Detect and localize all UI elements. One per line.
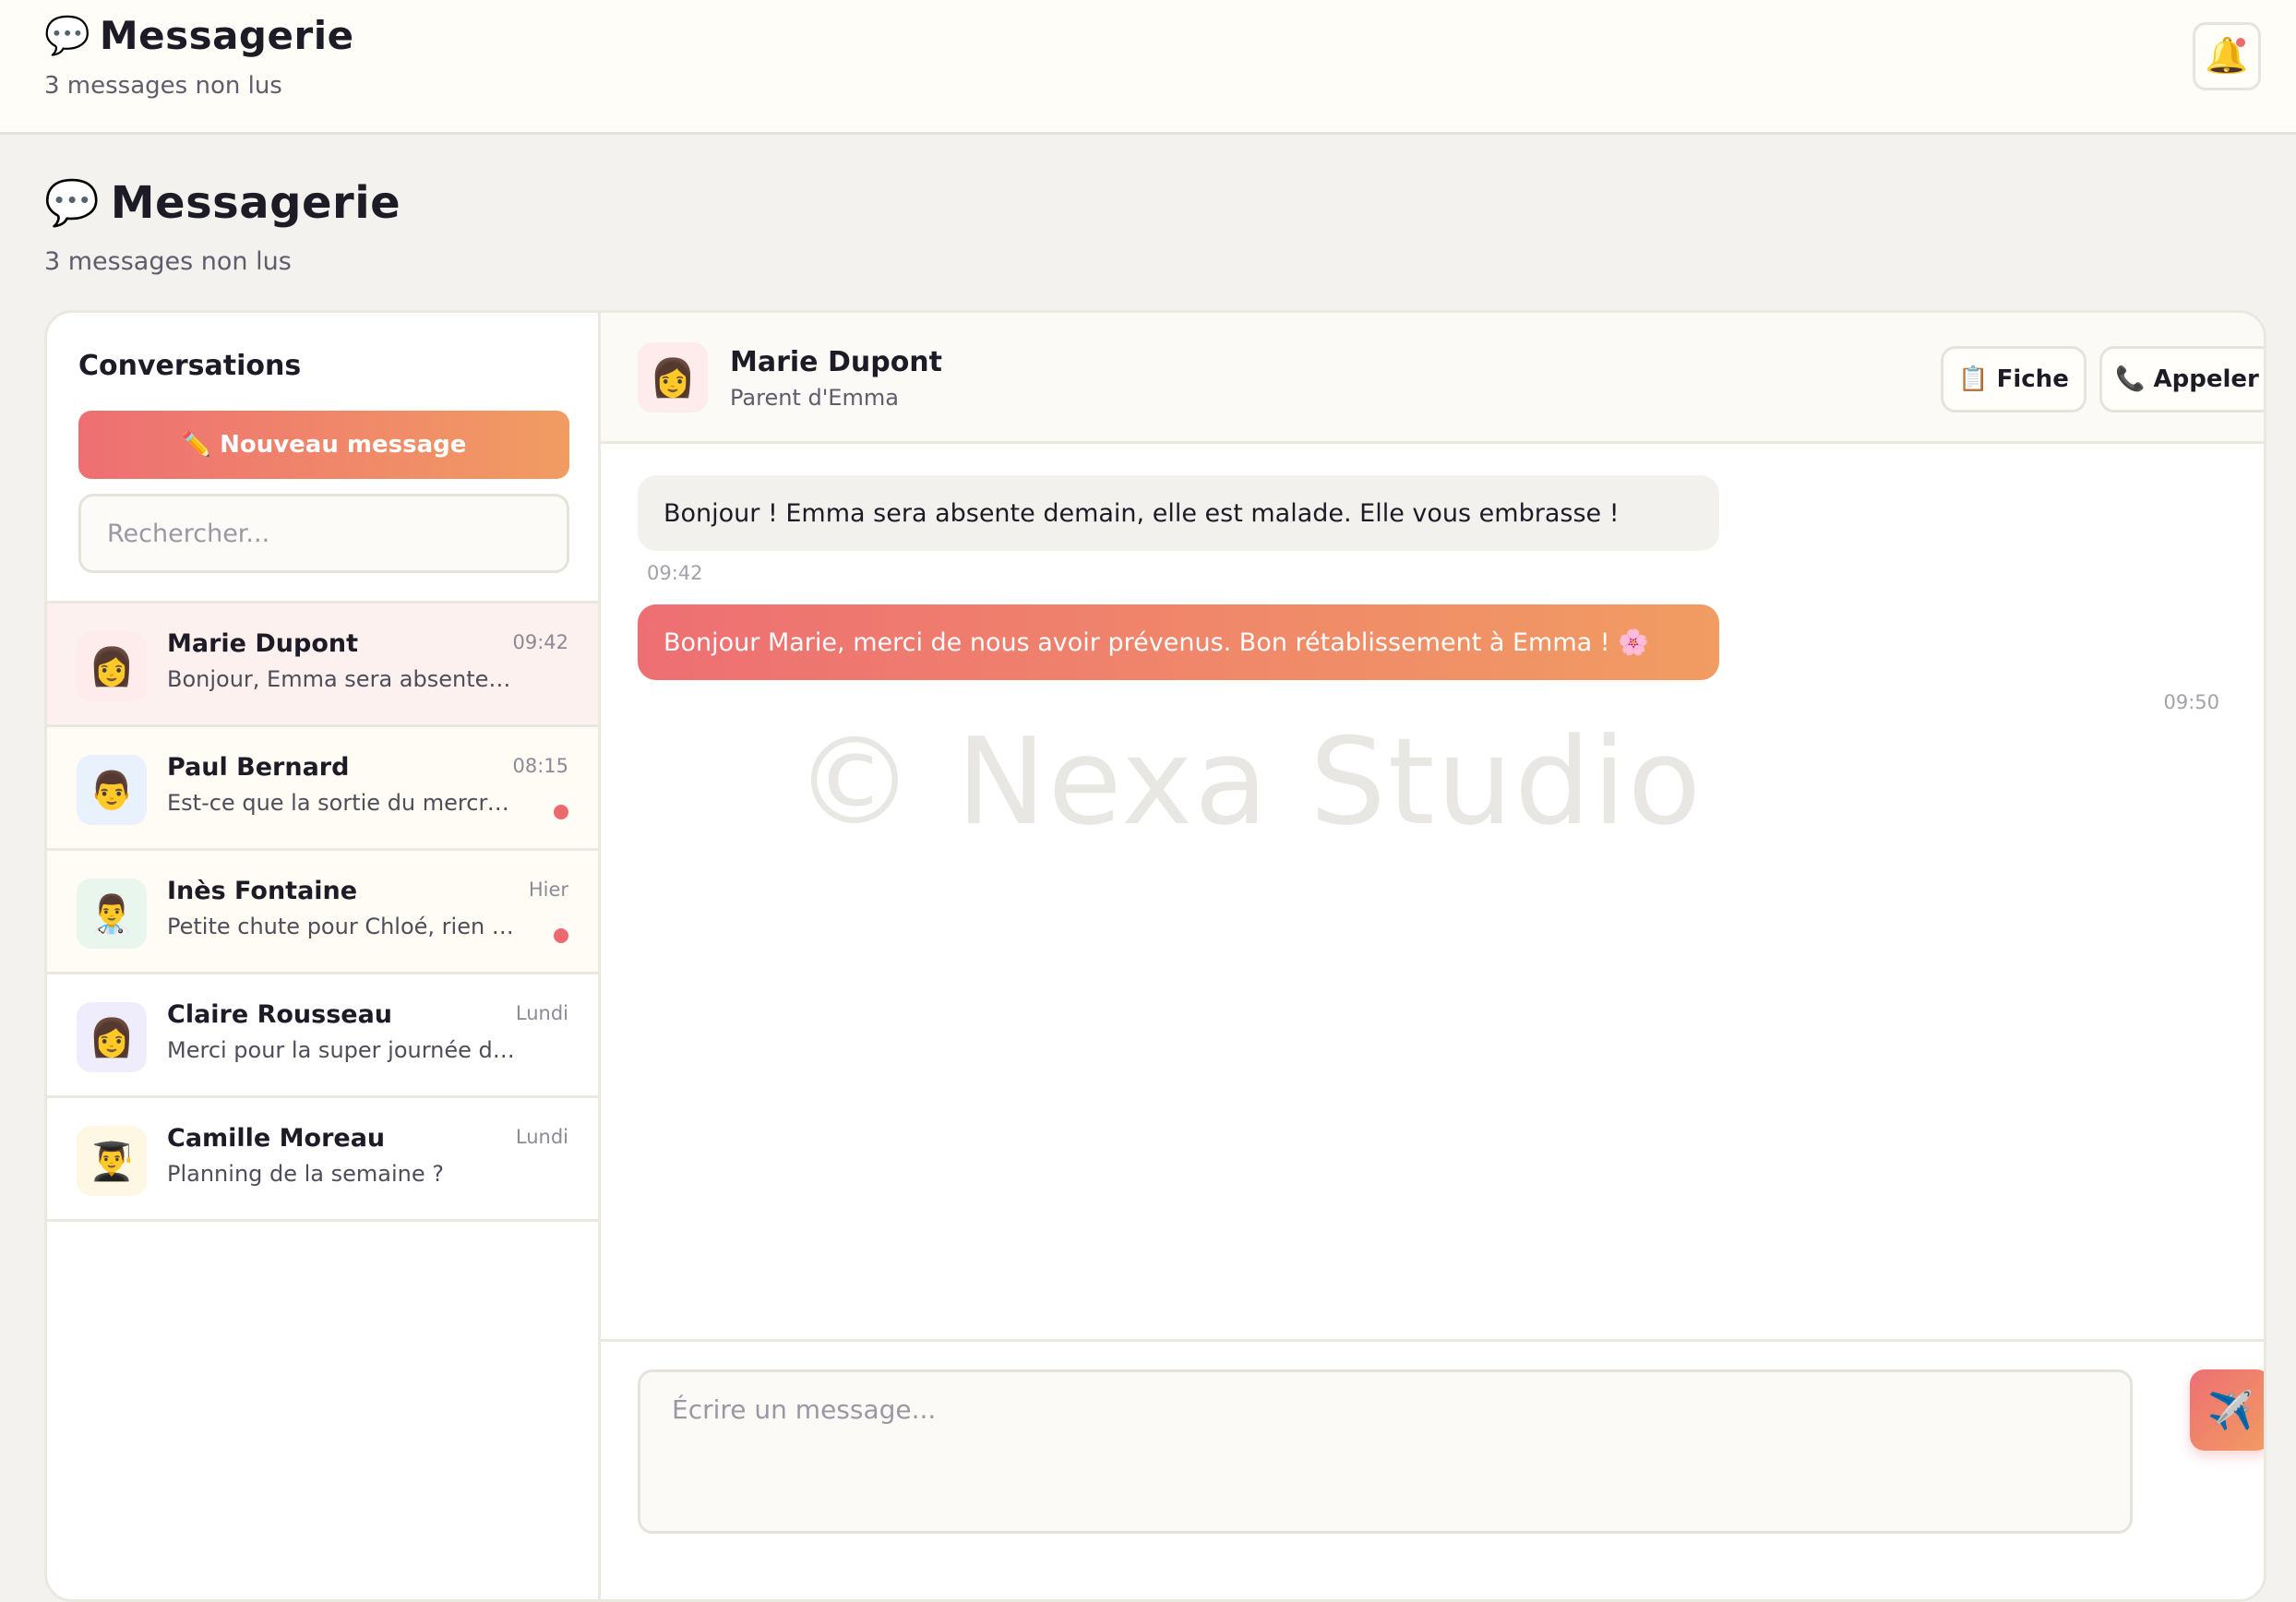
speech-bubble-icon: 💬 <box>44 177 100 229</box>
chat-area: 👩 Marie Dupont Parent d'Emma 📋 Fiche 📞 A… <box>601 313 2264 1599</box>
messaging-panel: Conversations ✏️ Nouveau message 👩 Marie … <box>44 310 2266 1602</box>
notifications-button[interactable]: 🔔 <box>2193 22 2261 90</box>
message-time: 09:42 <box>647 562 703 584</box>
avatar: 👨‍🎓 <box>77 1126 147 1196</box>
conversation-item[interactable]: 👩 Marie Dupont Bonjour, Emma sera absente … <box>47 604 598 727</box>
unread-dot <box>554 805 568 819</box>
conversation-name: Marie Dupont <box>167 629 359 658</box>
conversation-item[interactable]: 👨‍⚕️ Inès Fontaine Petite chute pour Chloé… <box>47 851 598 974</box>
call-button[interactable]: 📞 Appeler <box>2099 346 2264 412</box>
conversation-time: Lundi <box>515 1002 568 1024</box>
conversation-list: 👩 Marie Dupont Bonjour, Emma sera absente … <box>47 601 598 1222</box>
contact-name: Marie Dupont <box>730 346 943 378</box>
notification-badge <box>2236 38 2245 47</box>
page-title: Messagerie <box>110 177 401 229</box>
page-header: 💬 Messagerie 3 messages non lus <box>44 177 401 276</box>
message-bubble-incoming: Bonjour ! Emma sera absente demain, elle… <box>638 475 1719 551</box>
send-button[interactable]: ✈️ <box>2190 1369 2264 1451</box>
conversations-title: Conversations <box>78 350 302 382</box>
message-composer: ✈️ <box>601 1339 2264 1599</box>
app-title: Messagerie <box>99 13 354 58</box>
conversation-item[interactable]: 👨 Paul Bernard Est-ce que la sortie du mer… <box>47 727 598 851</box>
message-thread: Bonjour ! Emma sera absente demain, elle… <box>601 444 2264 1210</box>
conversation-preview: Merci pour la super journée d'h... <box>167 1037 518 1063</box>
avatar: 👨‍⚕️ <box>77 879 147 949</box>
new-message-button[interactable]: ✏️ Nouveau message <box>78 411 569 479</box>
watermark: © Nexa Studio <box>795 711 1704 852</box>
top-bar: 💬 Messagerie 3 messages non lus 🔔 <box>0 0 2296 135</box>
search-input[interactable] <box>78 494 569 573</box>
conversation-time: Hier <box>528 879 568 901</box>
conversation-preview: Petite chute pour Chloé, rien de ... <box>167 914 518 939</box>
conversation-name: Inès Fontaine <box>167 877 358 905</box>
topbar-title-row: 💬 Messagerie <box>44 13 354 58</box>
speech-bubble-icon: 💬 <box>44 14 90 57</box>
message-time: 09:50 <box>2163 691 2219 713</box>
conversation-name: Paul Bernard <box>167 753 350 782</box>
conversation-preview: Planning de la semaine ? <box>167 1161 445 1187</box>
conversation-name: Camille Moreau <box>167 1124 386 1153</box>
contact-role: Parent d'Emma <box>730 385 899 411</box>
message-input[interactable] <box>638 1369 2133 1534</box>
page-subtitle: 3 messages non lus <box>44 247 292 276</box>
avatar: 👩 <box>77 631 147 701</box>
conversation-time: 09:42 <box>512 631 568 653</box>
unread-dot <box>554 928 568 943</box>
fiche-button[interactable]: 📋 Fiche <box>1941 346 2087 412</box>
conversation-item[interactable]: 👩 Claire Rousseau Merci pour la super jour… <box>47 974 598 1098</box>
message-bubble-outgoing: Bonjour Marie, merci de nous avoir préve… <box>638 604 1719 680</box>
avatar: 👩 <box>77 1002 147 1072</box>
chat-header: 👩 Marie Dupont Parent d'Emma 📋 Fiche 📞 A… <box>601 313 2264 444</box>
conversation-name: Claire Rousseau <box>167 1000 393 1029</box>
conversation-preview: Bonjour, Emma sera absente d... <box>167 666 518 692</box>
conversation-preview: Est-ce que la sortie du mercre... <box>167 790 518 816</box>
conversation-time: Lundi <box>515 1126 568 1148</box>
paper-plane-icon: ✈️ <box>2207 1390 2254 1431</box>
conversation-item[interactable]: 👨‍🎓 Camille Moreau Planning de la semaine … <box>47 1098 598 1222</box>
conversations-sidebar: Conversations ✏️ Nouveau message 👩 Marie … <box>47 313 601 1599</box>
conversation-time: 08:15 <box>512 755 568 777</box>
avatar: 👨 <box>77 755 147 825</box>
avatar: 👩 <box>638 342 708 412</box>
unread-count-text: 3 messages non lus <box>44 72 282 100</box>
